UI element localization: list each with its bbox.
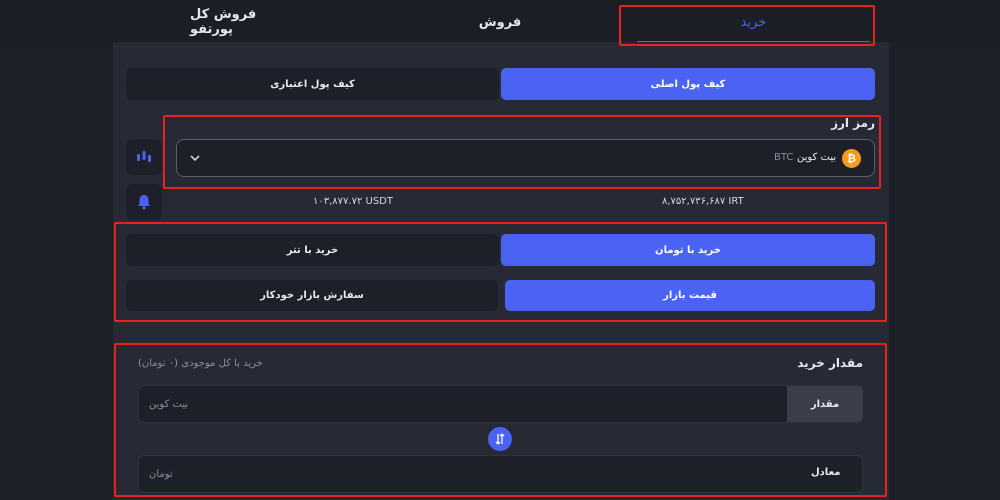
bitcoin-icon: ₿ [842, 149, 861, 168]
top-tab-bar: فروش کل پورتفو فروش خرید [0, 0, 1000, 43]
quantity-label: مقدار [787, 386, 863, 422]
balance-usdt: ۱۰۳,۸۷۷.۷۲ USDT [313, 196, 393, 207]
swap-arrows-icon [495, 433, 505, 445]
main-wallet-button[interactable]: کیف پول اصلی [501, 68, 875, 100]
tab-buy[interactable]: خرید [637, 8, 870, 36]
currency-title: رمز ارز [831, 116, 875, 130]
chevron-down-icon [190, 155, 200, 162]
bell-icon [138, 195, 150, 210]
quantity-placeholder: بیت کوین [149, 399, 189, 410]
chart-button[interactable] [126, 139, 162, 175]
currency-select[interactable]: BTC بیت کوین ₿ [176, 139, 875, 177]
equivalent-label: معادل [811, 467, 841, 478]
buy-all-balance-link[interactable]: خرید با کل موجودی (۰ تومان) [138, 358, 263, 369]
equivalent-placeholder: تومان [149, 469, 173, 480]
credit-wallet-button[interactable]: کیف پول اعتباری [126, 68, 499, 100]
tab-sell-all-portfolio[interactable]: فروش کل پورتفو [190, 7, 300, 37]
candles-icon [137, 151, 151, 162]
balance-irt: ۸,۷۵۲,۷۳۶,۶۸۷ IRT [662, 196, 744, 207]
amount-title: مقدار خرید [797, 356, 863, 370]
market-price-button[interactable]: قیمت بازار [505, 280, 875, 311]
buy-with-tether-button[interactable]: خرید با تتر [126, 234, 499, 266]
alert-button[interactable] [126, 184, 162, 220]
auto-market-order-button[interactable]: سفارش بازار خودکار [126, 280, 498, 311]
buy-with-toman-button[interactable]: خرید با تومان [501, 234, 875, 266]
quantity-field[interactable]: بیت کوین مقدار [138, 385, 863, 423]
swap-button[interactable] [488, 427, 512, 451]
equivalent-field[interactable]: تومان معادل [138, 455, 863, 493]
currency-name: بیت کوین [797, 152, 837, 163]
currency-symbol: BTC [774, 152, 794, 163]
tab-sell[interactable]: فروش [450, 8, 550, 36]
